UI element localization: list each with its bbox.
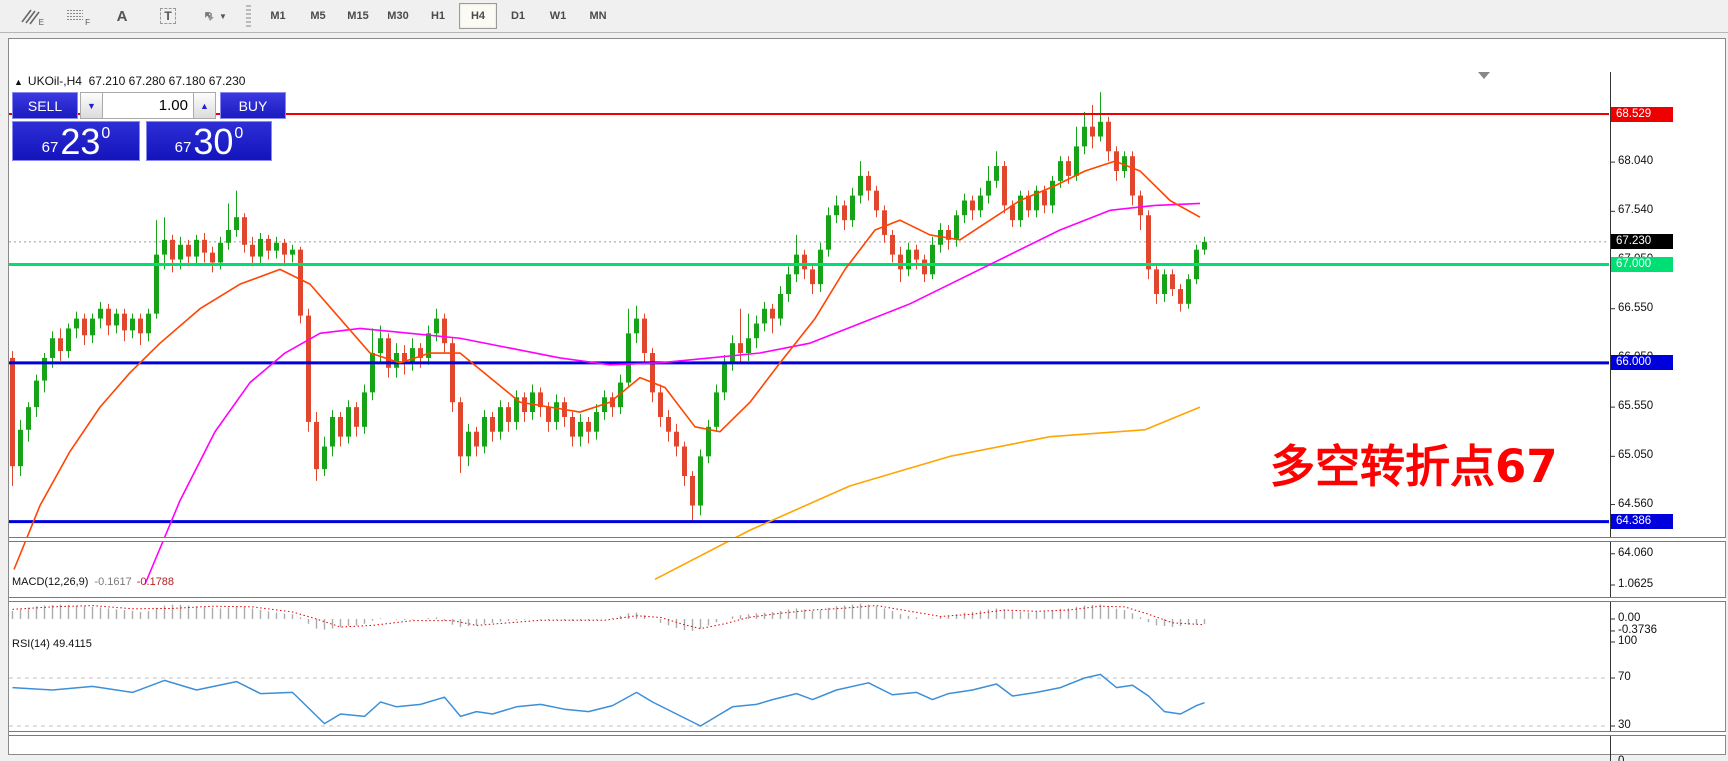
volume-increase-button[interactable]: ▲	[193, 92, 216, 119]
buy-price-big: 30	[193, 124, 233, 160]
timeframe-button-d1[interactable]: D1	[499, 3, 537, 29]
panel-separator-macd[interactable]	[9, 537, 1726, 542]
timeframe-button-h1[interactable]: H1	[419, 3, 457, 29]
price-tick-label: 68.040	[1618, 155, 1653, 167]
price-badge-67.000: 67.000	[1611, 257, 1673, 272]
macd-label: MACD(12,26,9) -0.1617 -0.1788	[12, 576, 174, 588]
chart-title: ▲ UKOil-,H4 67.210 67.280 67.180 67.230	[14, 74, 245, 88]
mt4-terminal: E F A T ▼ M	[0, 0, 1728, 761]
toolbar: E F A T ▼ M	[0, 0, 1728, 33]
price-badge-68.529: 68.529	[1611, 107, 1673, 122]
price-tick-label: 64.560	[1618, 498, 1653, 510]
pencils-icon[interactable]: E	[10, 3, 50, 29]
buy-button[interactable]: BUY	[220, 92, 286, 119]
toolbar-grip[interactable]	[246, 5, 251, 27]
timeframe-button-mn[interactable]: MN	[579, 3, 617, 29]
sell-price-small: 67	[42, 139, 59, 156]
price-tick-label: 65.550	[1618, 400, 1653, 412]
panel-separator-rsi[interactable]	[9, 597, 1726, 602]
macd-main-value: -0.1617	[94, 576, 131, 588]
arrow-objects-icon[interactable]: ▼	[194, 3, 234, 29]
timeframe-button-m30[interactable]: M30	[379, 3, 417, 29]
macd-scale-zero: 0.00	[1618, 612, 1640, 624]
price-badge-66.000: 66.000	[1611, 355, 1673, 370]
macd-name: MACD(12,26,9)	[12, 576, 88, 588]
macd-signal-value: -0.1788	[137, 576, 174, 588]
price-badge-67.230: 67.230	[1611, 234, 1673, 249]
price-tick-label: 65.050	[1618, 449, 1653, 461]
textbox-icon[interactable]: T	[148, 3, 188, 29]
collapse-triangle-icon[interactable]: ▲	[14, 77, 23, 87]
timeframe-button-m15[interactable]: M15	[339, 3, 377, 29]
rsi-value: 49.4115	[53, 638, 92, 650]
rsi-scale-0: 0	[1618, 755, 1624, 761]
buy-price-display[interactable]: 67 30 0	[146, 121, 272, 161]
ohlc-quote: 67.210 67.280 67.180 67.230	[89, 74, 246, 88]
chart-window: 多空转折点67 ▲UKOil-,H4 67.210 67.280 67.180 …	[0, 34, 1728, 761]
price-scale-divider	[1610, 72, 1611, 761]
tool-sub-label: E	[39, 18, 44, 27]
price-tick-label: 67.540	[1618, 204, 1653, 216]
drawing-tools: E F A T ▼	[10, 3, 234, 29]
timeframe-button-w1[interactable]: W1	[539, 3, 577, 29]
text-label-icon[interactable]: A	[102, 3, 142, 29]
rsi-scale-100: 100	[1618, 635, 1637, 647]
sell-price-display[interactable]: 67 23 0	[12, 121, 140, 161]
rsi-scale-30: 30	[1618, 719, 1631, 731]
symbol-period: UKOil-,H4	[28, 74, 82, 88]
buy-price-small: 67	[175, 139, 192, 156]
tool-sub-label: F	[85, 18, 90, 27]
sell-button[interactable]: SELL	[12, 92, 78, 119]
chevron-down-icon: ▼	[219, 12, 227, 21]
price-tick-label: 64.060	[1618, 547, 1653, 559]
rsi-scale-70: 70	[1618, 671, 1631, 683]
one-click-trading-panel: SELL ▼ ▲ BUY 67 23 0 67 30 0	[12, 92, 290, 161]
panel-separator-dates	[9, 731, 1726, 736]
buy-price-sup: 0	[234, 125, 243, 143]
timeframe-button-m1[interactable]: M1	[259, 3, 297, 29]
volume-input[interactable]	[103, 92, 193, 119]
rsi-name: RSI(14)	[12, 638, 50, 650]
timeframe-button-h4[interactable]: H4	[459, 3, 497, 29]
volume-decrease-button[interactable]: ▼	[80, 92, 103, 119]
rsi-label: RSI(14) 49.4115	[12, 638, 92, 650]
price-badge-64.386: 64.386	[1611, 514, 1673, 529]
price-tick-label: 66.550	[1618, 302, 1653, 314]
timeframe-group: M1M5M15M30H1H4D1W1MN	[259, 3, 617, 29]
sell-price-big: 23	[60, 124, 100, 160]
macd-scale-max: 1.0625	[1618, 578, 1653, 590]
sell-price-sup: 0	[101, 125, 110, 143]
timeframe-button-m5[interactable]: M5	[299, 3, 337, 29]
grid-icon[interactable]: F	[56, 3, 96, 29]
